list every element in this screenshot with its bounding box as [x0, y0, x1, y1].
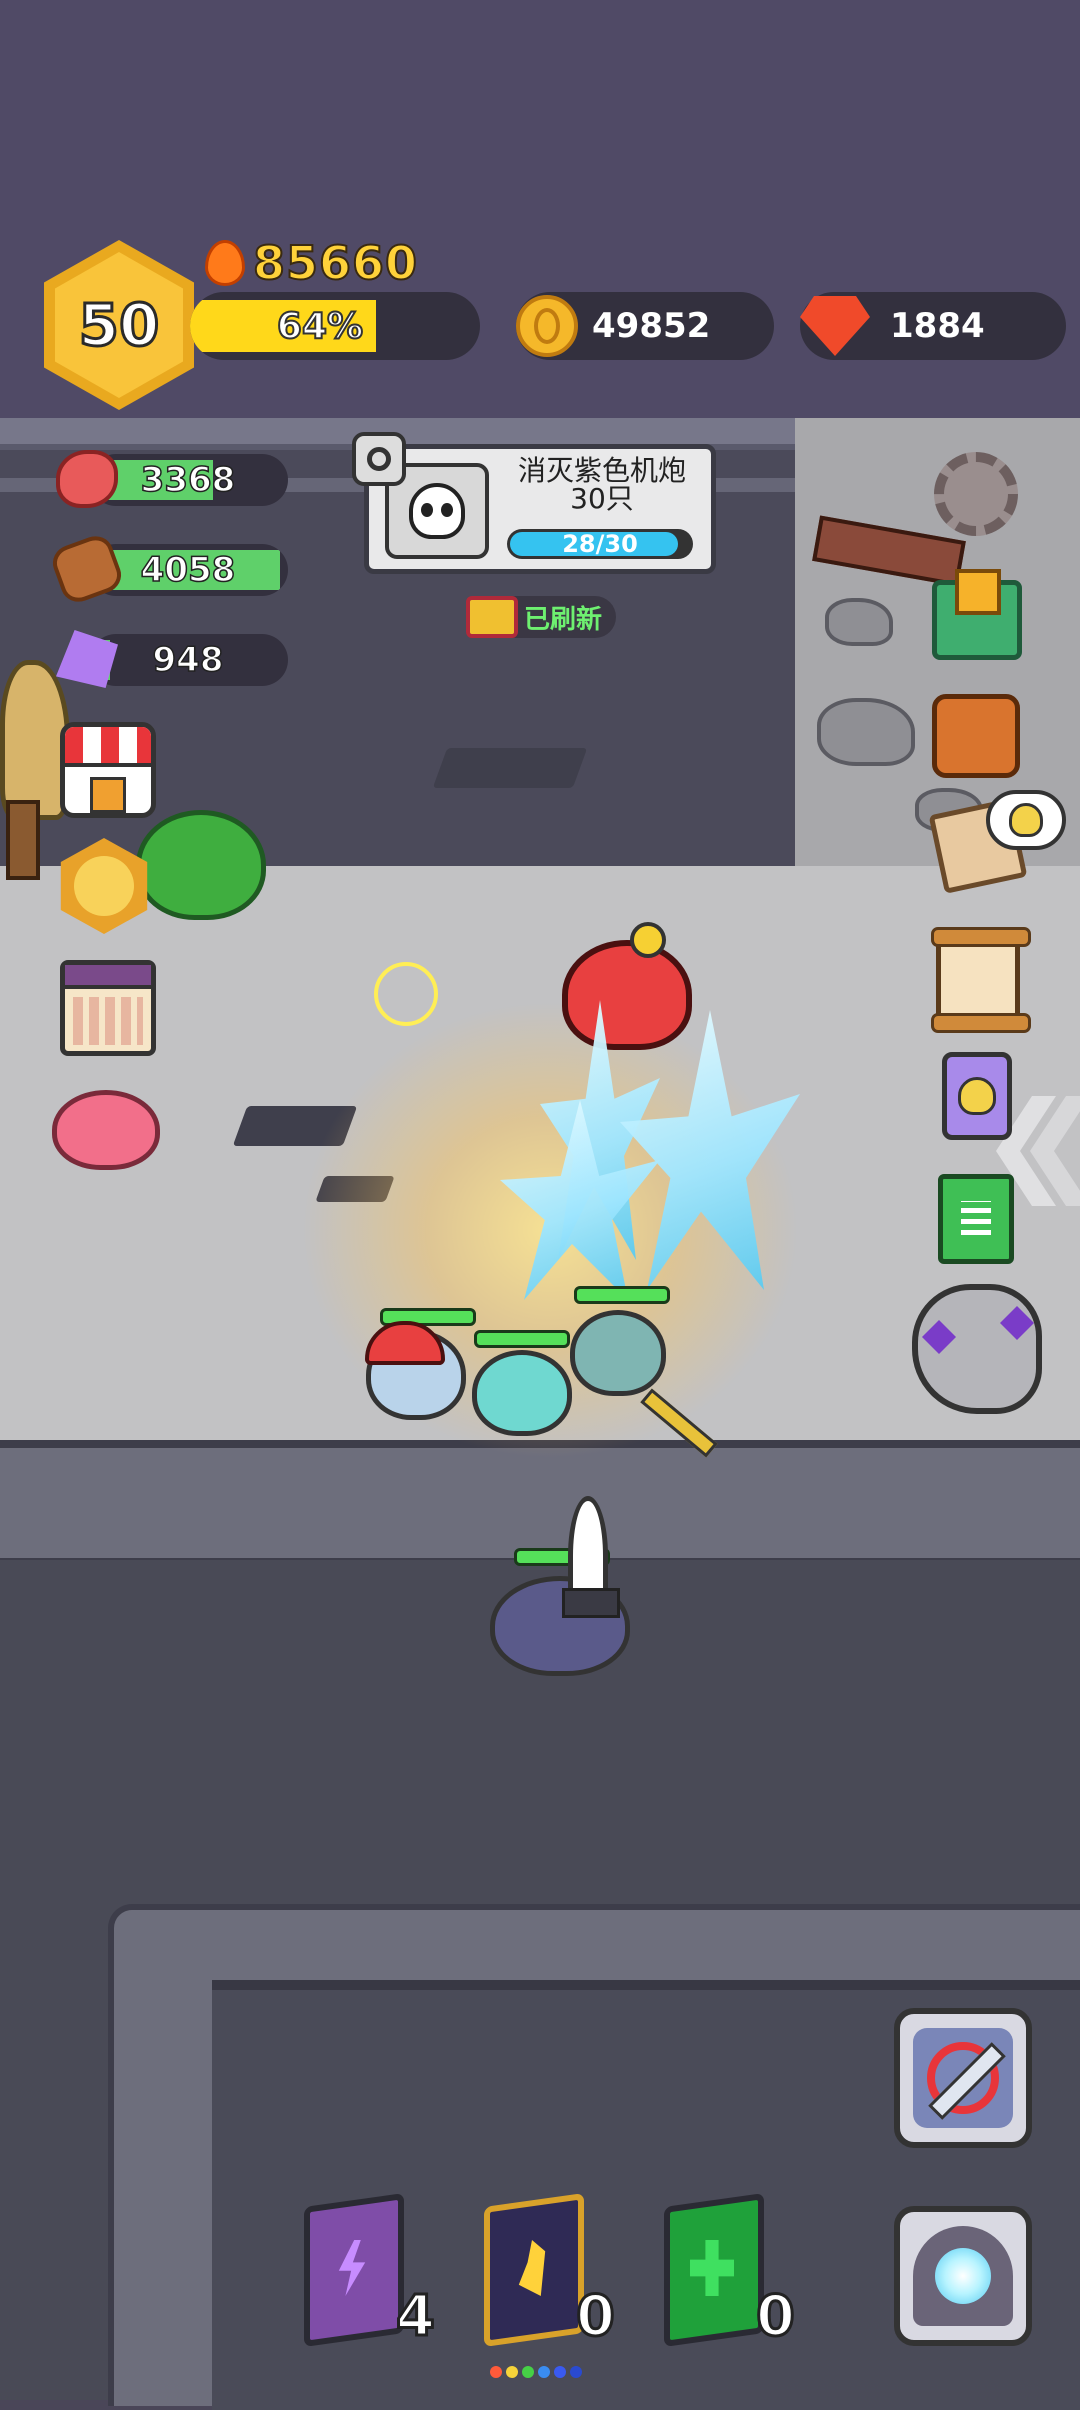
resource-value: 4058 [140, 549, 236, 591]
bag-icon[interactable] [932, 694, 1020, 778]
resource-crystal[interactable]: 948 [56, 630, 288, 688]
purple-ore-rock[interactable] [912, 1284, 1042, 1414]
swap-sword-icon [913, 2028, 1013, 2128]
wooden-plank [812, 515, 966, 587]
sword-hilt [562, 1588, 620, 1618]
combat-power: 85660 [205, 235, 419, 291]
gem-value: 1884 [890, 306, 985, 346]
rock [817, 698, 915, 766]
scroll-icon[interactable] [931, 927, 1031, 1033]
page-dot [570, 2366, 582, 2378]
book-icon[interactable] [938, 1174, 1014, 1264]
red-gem-icon [800, 296, 870, 356]
quest-title: 消灭紫色机炮 30只 [517, 454, 686, 515]
player-warrior[interactable] [454, 1496, 644, 1676]
quest-progress-bar: 28/30 [507, 529, 693, 559]
ally-slime-hero[interactable] [472, 1350, 572, 1436]
page-dot [554, 2366, 566, 2378]
skill-count: 0 [575, 2283, 617, 2351]
mail-icon[interactable] [932, 569, 1022, 660]
gold-coin-icon [516, 295, 578, 357]
skill-count: 4 [395, 2283, 437, 2351]
treasure-chest-icon [466, 596, 518, 638]
combat-power-value: 85660 [252, 235, 419, 291]
skill-wing-book[interactable]: 0 [484, 2192, 616, 2351]
gold-value: 49852 [592, 306, 711, 346]
tree [0, 660, 70, 880]
gold-counter[interactable]: 49852 [516, 292, 774, 360]
skull-bubble-icon [986, 790, 1066, 850]
portal-button[interactable] [894, 2206, 1032, 2346]
resource-meat[interactable]: 3368 [56, 450, 288, 508]
gear-icon[interactable] [934, 452, 1018, 536]
page-dot [506, 2366, 518, 2378]
quest-progress-text: 28/30 [562, 530, 638, 558]
resource-value: 3368 [140, 459, 236, 501]
ally-hp-bar [474, 1330, 570, 1348]
red-cannon-enemy [562, 922, 692, 1050]
shop-icon[interactable] [60, 722, 156, 818]
ally-hp-bar [574, 1286, 670, 1304]
swap-weapon-button[interactable] [894, 2008, 1032, 2148]
page-dot [522, 2366, 534, 2378]
refresh-label: 已刷新 [524, 604, 603, 635]
flame-icon [205, 240, 245, 286]
rock [825, 598, 893, 646]
skill-heal-book[interactable]: 0 [664, 2192, 796, 2351]
resource-value: 948 [152, 639, 224, 681]
quest-panel[interactable]: 消灭紫色机炮 30只 28/30 [364, 444, 716, 574]
xp-bar: 64% [190, 292, 480, 360]
refresh-badge[interactable]: 已刷新 [466, 596, 617, 638]
target-marker [374, 962, 438, 1026]
floor-crack [432, 748, 588, 788]
tree-trunk [6, 800, 40, 880]
xp-percent: 64% [276, 305, 364, 348]
skill-count: 0 [755, 2283, 797, 2351]
magnifier-icon[interactable] [352, 432, 406, 486]
portal-icon [913, 2226, 1013, 2326]
bush [136, 810, 266, 920]
ally-slime-hero[interactable] [570, 1310, 666, 1396]
ally-snowman-hero[interactable] [365, 1321, 466, 1420]
calendar-icon[interactable] [60, 960, 156, 1056]
skill-lightning-book[interactable]: 4 [304, 2192, 436, 2351]
player-level: 50 [77, 290, 161, 361]
skill-page-dots [490, 2366, 582, 2378]
page-dot [538, 2366, 550, 2378]
skull-icon [409, 483, 465, 539]
page-dot [490, 2366, 502, 2378]
resource-wood[interactable]: 4058 [47, 531, 288, 607]
gem-counter[interactable]: 1884 [800, 292, 1066, 360]
potion-icon[interactable] [942, 1052, 1012, 1140]
piggy-bank-icon[interactable] [52, 1090, 160, 1170]
